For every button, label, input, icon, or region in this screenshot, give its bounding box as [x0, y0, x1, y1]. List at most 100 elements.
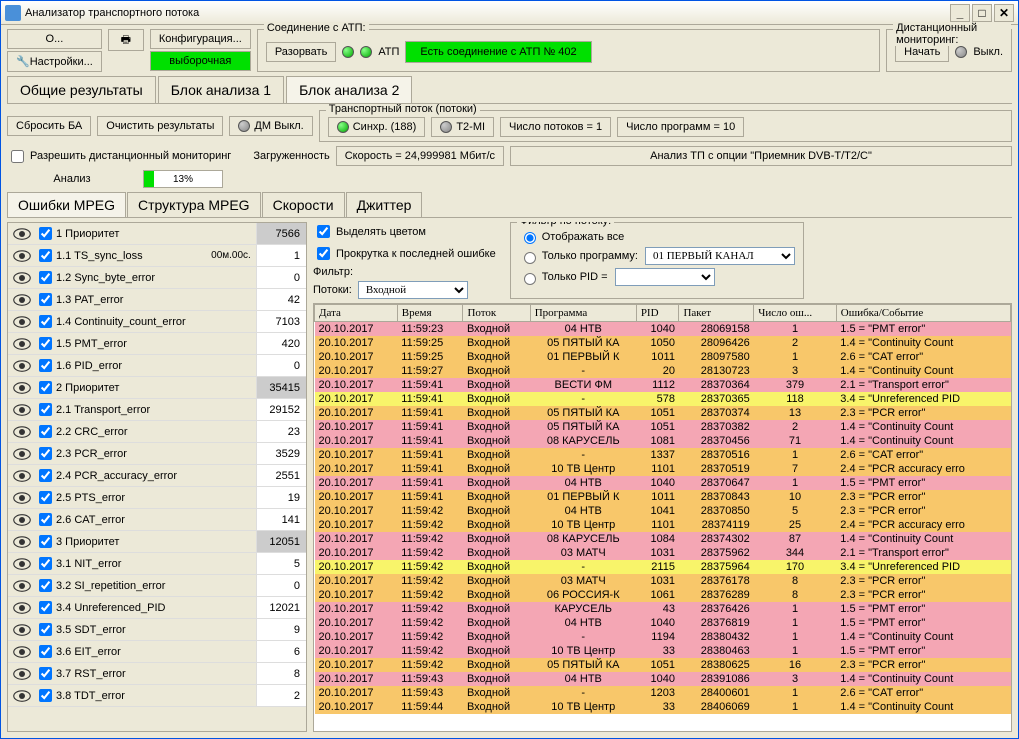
log-row[interactable]: 20.10.201711:59:42Входной05 ПЯТЫЙ КА1051… — [315, 658, 1011, 672]
eye-icon[interactable] — [8, 536, 36, 548]
error-checkbox[interactable] — [39, 227, 52, 240]
log-row[interactable]: 20.10.201711:59:42Входной04 НТВ104128370… — [315, 504, 1011, 518]
log-column-header[interactable]: Число ош... — [754, 305, 837, 322]
error-checkbox[interactable] — [39, 337, 52, 350]
error-checkbox[interactable] — [39, 403, 52, 416]
eye-icon[interactable] — [8, 426, 36, 438]
eye-icon[interactable] — [8, 646, 36, 658]
selective-button[interactable]: выборочная — [150, 51, 251, 71]
eye-icon[interactable] — [8, 382, 36, 394]
close-button[interactable]: ✕ — [994, 4, 1014, 22]
highlight-checkbox[interactable]: Выделять цветом — [313, 222, 496, 241]
sub-tab-0[interactable]: Ошибки MPEG — [7, 192, 126, 217]
log-row[interactable]: 20.10.201711:59:42Входной-21152837596417… — [315, 560, 1011, 574]
error-checkbox[interactable] — [39, 315, 52, 328]
log-row[interactable]: 20.10.201711:59:41ВходнойВЕСТИ ФМ1112283… — [315, 378, 1011, 392]
error-row[interactable]: 3.8 TDT_error2 — [8, 685, 306, 707]
error-row[interactable]: 3.4 Unreferenced_PID12021 — [8, 597, 306, 619]
eye-icon[interactable] — [8, 360, 36, 372]
log-column-header[interactable]: PID — [636, 305, 679, 322]
error-checkbox[interactable] — [39, 689, 52, 702]
error-row[interactable]: 1.6 PID_error0 — [8, 355, 306, 377]
stream-select[interactable]: Входной — [358, 281, 468, 299]
t2mi-button[interactable]: T2-MI — [431, 117, 494, 137]
show-all-radio[interactable]: Отображать все — [519, 229, 795, 244]
eye-icon[interactable] — [8, 690, 36, 702]
error-row[interactable]: 2.1 Transport_error29152 — [8, 399, 306, 421]
log-column-header[interactable]: Поток — [463, 305, 530, 322]
error-row[interactable]: 3.5 SDT_error9 — [8, 619, 306, 641]
only-pid-radio[interactable]: Только PID = — [519, 268, 795, 286]
disconnect-button[interactable]: Разорвать — [266, 42, 337, 62]
error-checkbox[interactable] — [39, 447, 52, 460]
sub-tab-2[interactable]: Скорости — [262, 192, 345, 217]
log-row[interactable]: 20.10.201711:59:41Входной08 КАРУСЕЛЬ1081… — [315, 434, 1011, 448]
log-row[interactable]: 20.10.201711:59:41Входной-57828370365118… — [315, 392, 1011, 406]
eye-icon[interactable] — [8, 514, 36, 526]
eye-icon[interactable] — [8, 470, 36, 482]
error-row[interactable]: 2.3 PCR_error3529 — [8, 443, 306, 465]
log-row[interactable]: 20.10.201711:59:42Входной10 ТВ Центр1101… — [315, 518, 1011, 532]
eye-icon[interactable] — [8, 602, 36, 614]
error-row[interactable]: 1.3 PAT_error42 — [8, 289, 306, 311]
dm-off-button[interactable]: ДМ Выкл. — [229, 116, 312, 136]
log-row[interactable]: 20.10.201711:59:25Входной05 ПЯТЫЙ КА1050… — [315, 336, 1011, 350]
eye-icon[interactable] — [8, 492, 36, 504]
error-checkbox[interactable] — [39, 623, 52, 636]
error-row[interactable]: 3 Приоритет12051 — [8, 531, 306, 553]
error-checkbox[interactable] — [39, 381, 52, 394]
log-row[interactable]: 20.10.201711:59:25Входной01 ПЕРВЫЙ К1011… — [315, 350, 1011, 364]
log-row[interactable]: 20.10.201711:59:41Входной05 ПЯТЫЙ КА1051… — [315, 406, 1011, 420]
log-row[interactable]: 20.10.201711:59:23Входной04 НТВ104028069… — [315, 322, 1011, 337]
program-select[interactable]: 01 ПЕРВЫЙ КАНАЛ — [645, 247, 795, 265]
error-row[interactable]: 1 Приоритет7566 — [8, 223, 306, 245]
log-row[interactable]: 20.10.201711:59:43Входной-12032840060112… — [315, 686, 1011, 700]
error-checkbox[interactable] — [39, 601, 52, 614]
log-row[interactable]: 20.10.201711:59:42Входной08 КАРУСЕЛЬ1084… — [315, 532, 1011, 546]
log-row[interactable]: 20.10.201711:59:42Входной06 РОССИЯ-К1061… — [315, 588, 1011, 602]
eye-icon[interactable] — [8, 250, 36, 262]
error-row[interactable]: 3.1 NIT_error5 — [8, 553, 306, 575]
log-row[interactable]: 20.10.201711:59:44Входной10 ТВ Центр3328… — [315, 700, 1011, 714]
error-checkbox[interactable] — [39, 469, 52, 482]
error-row[interactable]: 3.2 SI_repetition_error0 — [8, 575, 306, 597]
log-column-header[interactable]: Дата — [315, 305, 398, 322]
log-row[interactable]: 20.10.201711:59:41Входной-13372837051612… — [315, 448, 1011, 462]
log-row[interactable]: 20.10.201711:59:42Входной03 МАТЧ10312837… — [315, 574, 1011, 588]
error-checkbox[interactable] — [39, 425, 52, 438]
log-row[interactable]: 20.10.201711:59:42Входной-11942838043211… — [315, 630, 1011, 644]
error-row[interactable]: 1.1 TS_sync_loss00м.00с.1 — [8, 245, 306, 267]
log-column-header[interactable]: Время — [397, 305, 463, 322]
log-row[interactable]: 20.10.201711:59:43Входной04 НТВ104028391… — [315, 672, 1011, 686]
scroll-checkbox[interactable]: Прокрутка к последней ошибке — [313, 244, 496, 263]
reset-ba-button[interactable]: Сбросить БА — [7, 116, 91, 136]
error-checkbox[interactable] — [39, 491, 52, 504]
minimize-button[interactable]: _ — [950, 4, 970, 22]
error-checkbox[interactable] — [39, 557, 52, 570]
main-tab-2[interactable]: Блок анализа 2 — [286, 76, 412, 103]
maximize-button[interactable]: □ — [972, 4, 992, 22]
sync-button[interactable]: Синхр. (188) — [328, 117, 426, 137]
eye-icon[interactable] — [8, 338, 36, 350]
log-row[interactable]: 20.10.201711:59:41Входной10 ТВ Центр1101… — [315, 462, 1011, 476]
allow-remote-checkbox[interactable]: Разрешить дистанционный мониторинг — [7, 147, 231, 166]
open-button[interactable]: О... — [7, 29, 102, 49]
log-column-header[interactable]: Ошибка/Событие — [836, 305, 1010, 322]
error-row[interactable]: 1.2 Sync_byte_error0 — [8, 267, 306, 289]
error-row[interactable]: 3.7 RST_error8 — [8, 663, 306, 685]
log-row[interactable]: 20.10.201711:59:42Входной10 ТВ Центр3328… — [315, 644, 1011, 658]
error-checkbox[interactable] — [39, 271, 52, 284]
log-row[interactable]: 20.10.201711:59:41Входной05 ПЯТЫЙ КА1051… — [315, 420, 1011, 434]
print-button[interactable]: 🖶 — [108, 29, 144, 51]
clear-results-button[interactable]: Очистить результаты — [97, 116, 223, 136]
log-row[interactable]: 20.10.201711:59:41Входной01 ПЕРВЫЙ К1011… — [315, 490, 1011, 504]
main-tab-1[interactable]: Блок анализа 1 — [158, 76, 284, 103]
error-checkbox[interactable] — [39, 579, 52, 592]
log-row[interactable]: 20.10.201711:59:41Входной04 НТВ104028370… — [315, 476, 1011, 490]
error-row[interactable]: 2.5 PTS_error19 — [8, 487, 306, 509]
error-checkbox[interactable] — [39, 645, 52, 658]
error-row[interactable]: 1.4 Continuity_count_error7103 — [8, 311, 306, 333]
pid-select[interactable] — [615, 268, 715, 286]
main-tab-0[interactable]: Общие результаты — [7, 76, 156, 103]
error-checkbox[interactable] — [39, 535, 52, 548]
